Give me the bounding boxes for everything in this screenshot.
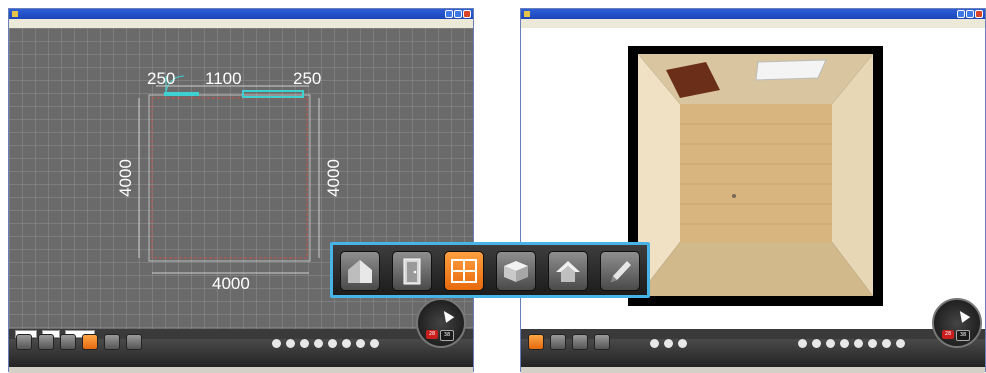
floor-plan-window: 250 1100 250 4000 4000 4000 (8, 8, 474, 373)
box-tool-icon[interactable] (82, 334, 98, 350)
compass-badge: 28 (942, 330, 954, 339)
pencil-icon[interactable] (600, 251, 640, 291)
wall-outline (148, 94, 311, 262)
view-control-icon[interactable] (840, 339, 849, 348)
floor (680, 104, 832, 242)
property-bar (9, 329, 473, 339)
menu-bar (9, 19, 473, 28)
room-render (628, 46, 883, 306)
house-view-tool-icon[interactable] (550, 334, 566, 350)
property-bar (521, 329, 985, 339)
view-control-icon[interactable] (798, 339, 807, 348)
maximize-button[interactable] (966, 10, 974, 18)
dimension-label: 1100 (205, 69, 242, 88)
window-grid-icon[interactable] (444, 251, 484, 291)
dimension-label: 250 (147, 69, 176, 88)
view-control-icon[interactable] (300, 339, 309, 348)
dimension-label: 250 (293, 69, 322, 88)
view-control-icon[interactable] (314, 339, 323, 348)
pencil-tool-icon[interactable] (126, 334, 142, 350)
view-control-icon[interactable] (882, 339, 891, 348)
dimension-label: 4000 (212, 274, 250, 293)
house-tool-icon[interactable] (16, 334, 32, 350)
menu-bar (521, 19, 985, 28)
bottom-toolbar (9, 339, 473, 367)
view-control-icon[interactable] (328, 339, 337, 348)
close-button[interactable] (463, 10, 471, 18)
view-control-icon[interactable] (342, 339, 351, 348)
maximize-button[interactable] (454, 10, 462, 18)
view-control-icon[interactable] (854, 339, 863, 348)
floor-view-tool-icon[interactable] (528, 334, 544, 350)
view-control-icon[interactable] (826, 339, 835, 348)
tool-palette-callout (330, 242, 650, 298)
status-bar (9, 367, 473, 373)
bottom-toolbar (521, 339, 985, 367)
pointer-arrow-icon (439, 308, 455, 323)
compass-badge: 38 (440, 330, 454, 341)
shield-view-tool-icon[interactable] (594, 334, 610, 350)
view-control-icon[interactable] (286, 339, 295, 348)
view-control-icon[interactable] (650, 339, 659, 348)
room-outline (151, 97, 308, 259)
view-control-icon[interactable] (356, 339, 365, 348)
close-button[interactable] (975, 10, 983, 18)
dimension-label: 4000 (115, 159, 135, 197)
roof-icon[interactable] (548, 251, 588, 291)
window-object (755, 59, 827, 81)
gear-view-tool-icon[interactable] (572, 334, 588, 350)
window-marker (242, 90, 304, 98)
dimension-label: 4000 (323, 159, 343, 197)
navigation-compass[interactable]: 28 38 (932, 298, 982, 348)
minimize-button[interactable] (957, 10, 965, 18)
view-control-icon[interactable] (664, 339, 673, 348)
app-icon (12, 11, 18, 17)
window-tool-icon[interactable] (60, 334, 76, 350)
view-control-icon[interactable] (370, 339, 379, 348)
box-icon[interactable] (496, 251, 536, 291)
pointer-arrow-icon (955, 308, 971, 323)
compass-badge: 38 (956, 330, 970, 341)
door-tool-icon[interactable] (38, 334, 54, 350)
view-control-icon[interactable] (896, 339, 905, 348)
view-control-icon[interactable] (812, 339, 821, 348)
roof-wall-icon[interactable] (340, 251, 380, 291)
titlebar[interactable] (9, 9, 473, 19)
view-control-icon[interactable] (868, 339, 877, 348)
compass-badge: 28 (426, 330, 438, 339)
view-control-icon[interactable] (272, 339, 281, 348)
door-icon[interactable] (392, 251, 432, 291)
status-bar (521, 367, 985, 373)
app-icon (524, 11, 530, 17)
titlebar[interactable] (521, 9, 985, 19)
cursor-marker (732, 194, 736, 198)
view-control-icon[interactable] (678, 339, 687, 348)
minimize-button[interactable] (445, 10, 453, 18)
navigation-compass[interactable]: 28 38 (416, 298, 466, 348)
roof-tool-icon[interactable] (104, 334, 120, 350)
